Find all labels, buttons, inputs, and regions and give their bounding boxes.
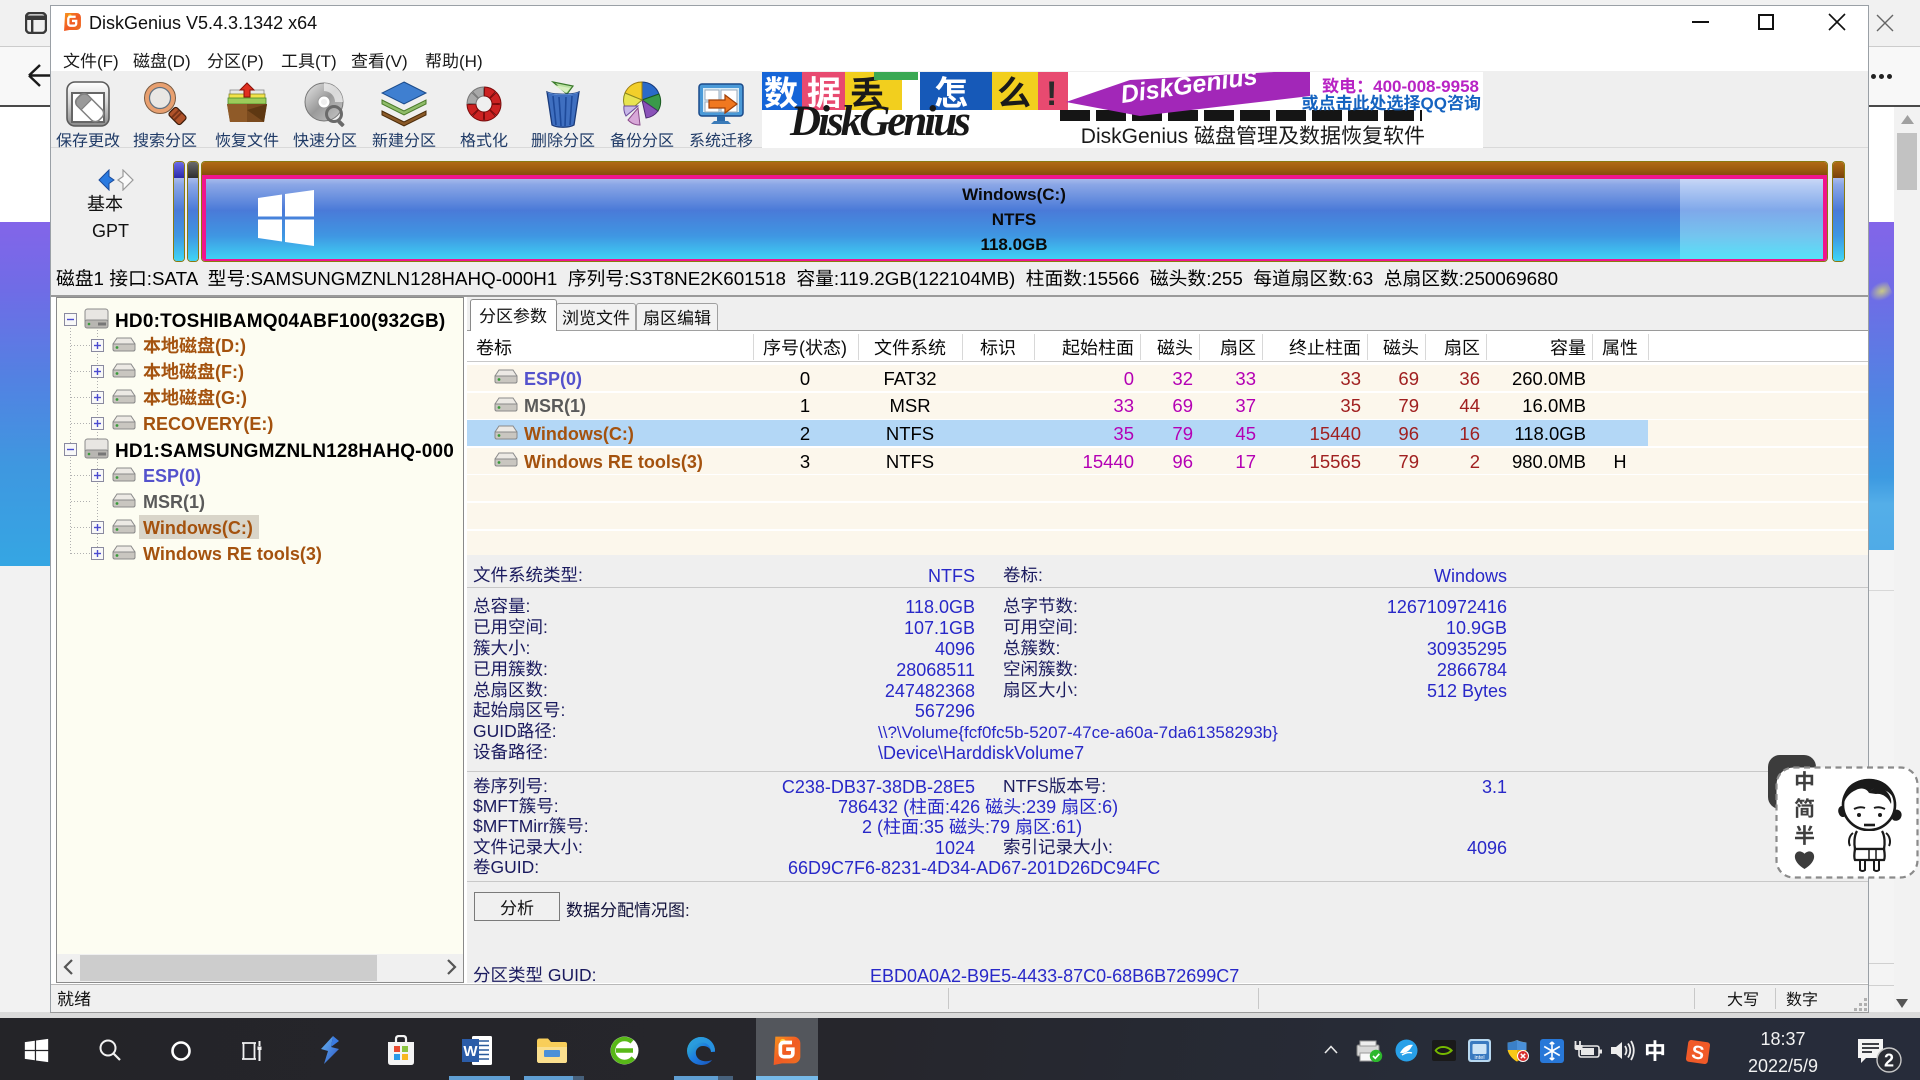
svg-text:intel: intel [1474,1055,1484,1061]
svg-text:W: W [463,1043,478,1060]
svg-text:2: 2 [1884,1051,1894,1071]
